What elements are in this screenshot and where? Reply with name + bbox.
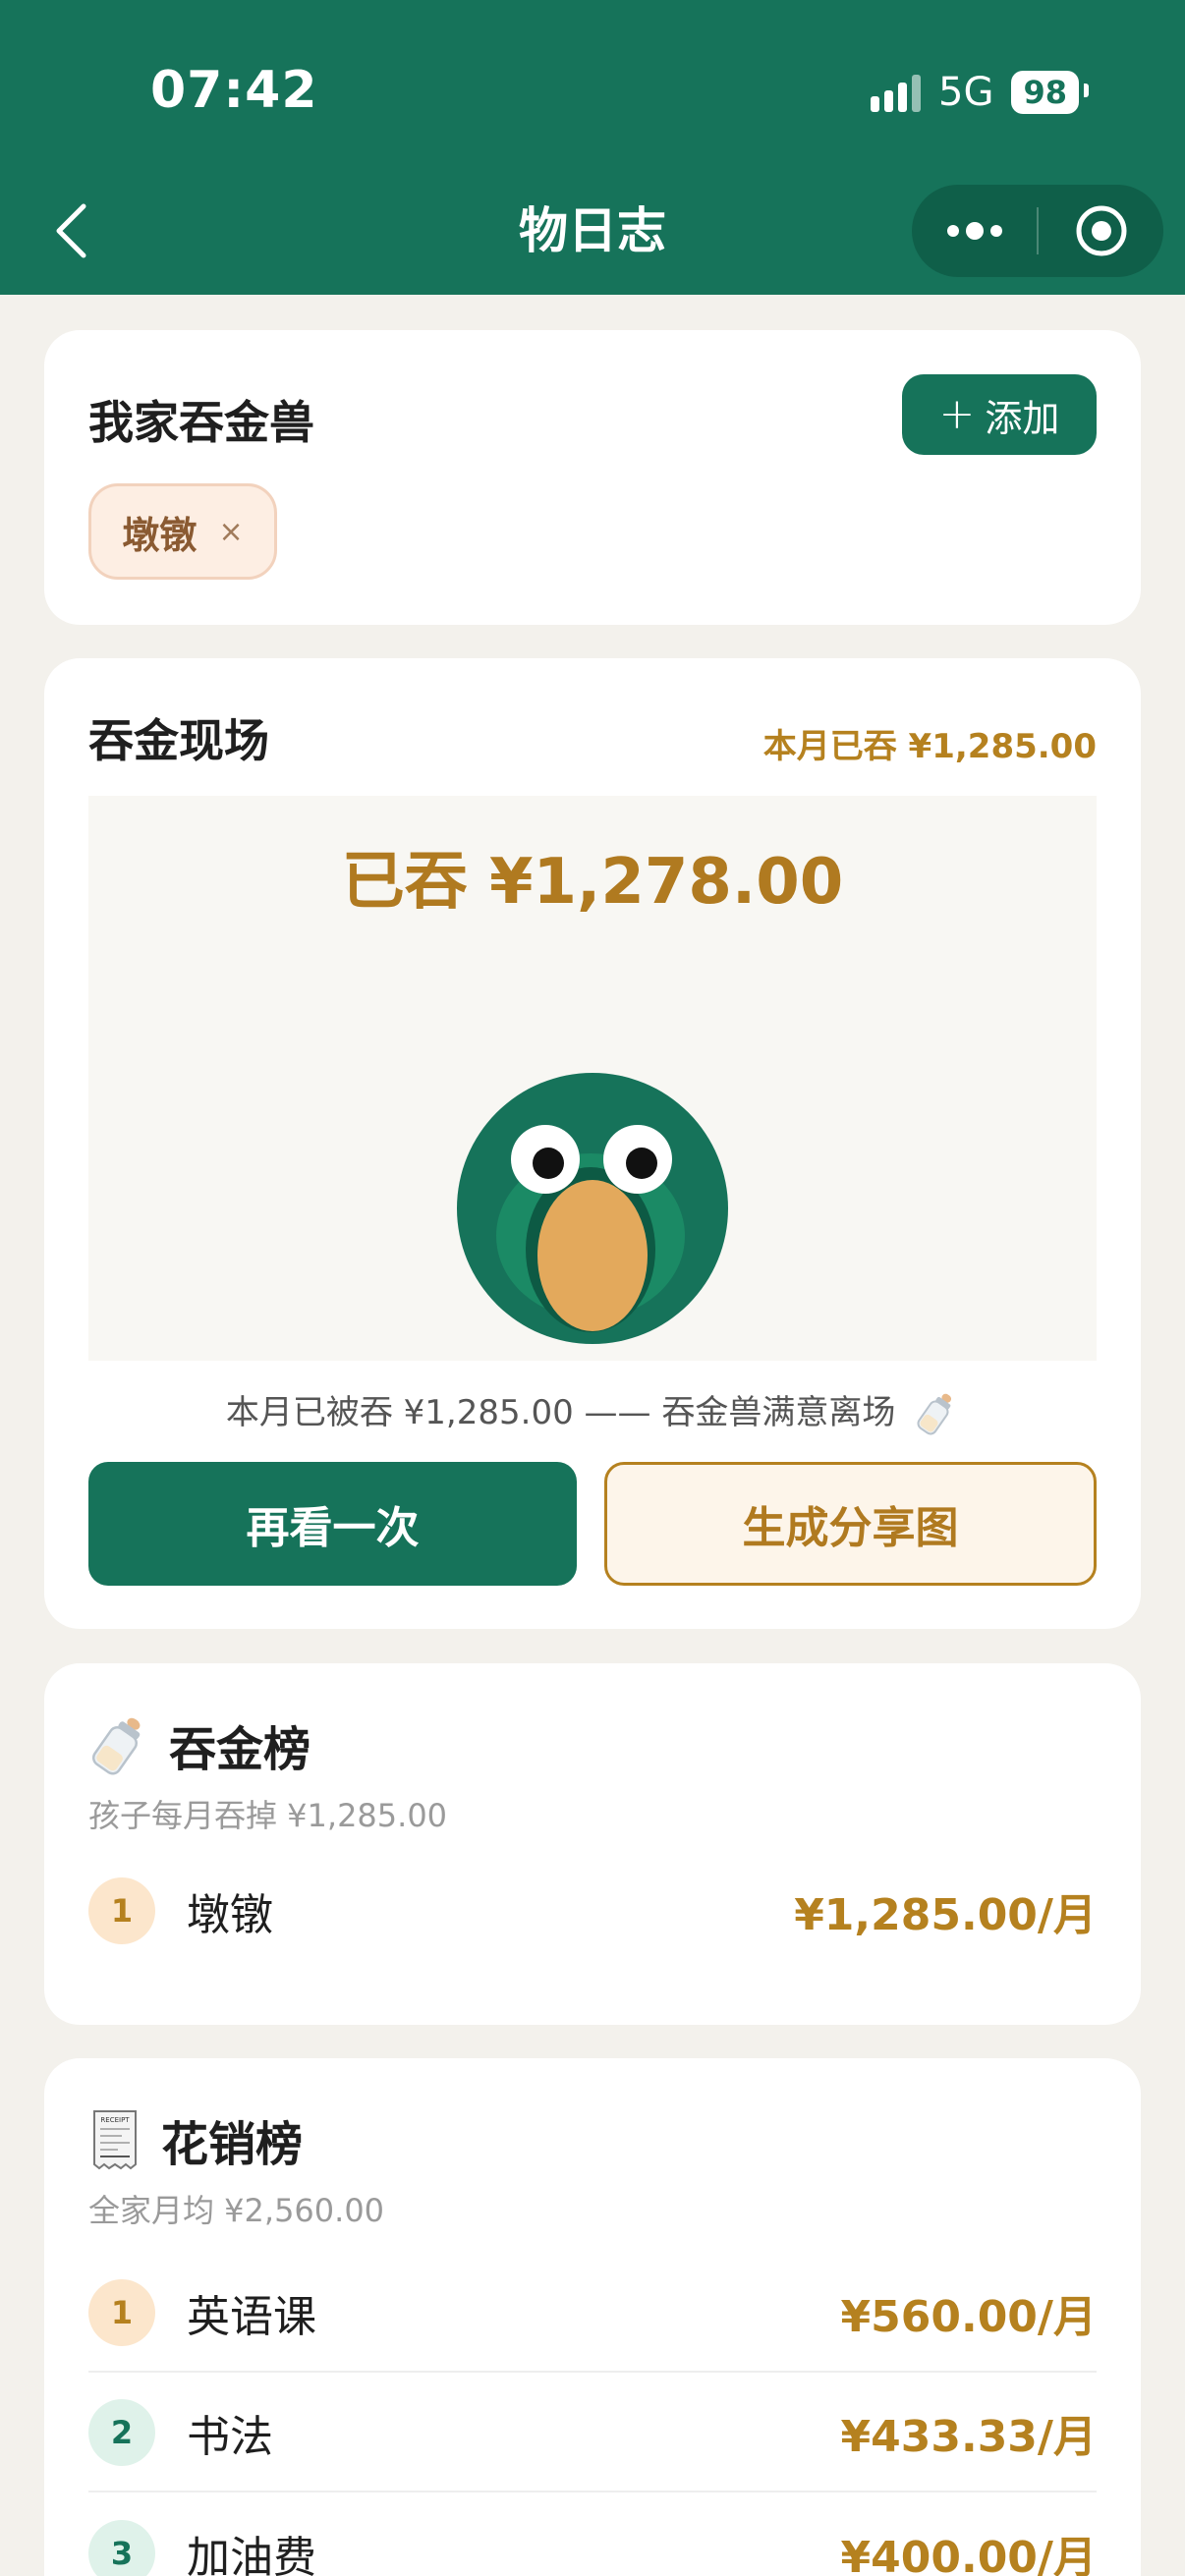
rank-amount: ¥560.00/月 [840,2292,1097,2342]
rank-name: 书法 [187,2412,273,2462]
pets-title: 我家吞金兽 [88,396,314,449]
rank-name: 英语课 [187,2292,316,2342]
generate-share-image-button[interactable]: 生成分享图 [604,1462,1097,1586]
list-item[interactable]: 1 英语课 ¥560.00/月 [88,2255,1097,2373]
list-item[interactable]: 2 书法 ¥433.33/月 [88,2375,1097,2492]
rank-badge: 2 [88,2399,155,2466]
rank-badge: 1 [88,1877,155,1944]
status-time: 07:42 [150,61,318,120]
rank-amount: ¥1,285.00/月 [794,1890,1097,1940]
svg-text:RECEIPT: RECEIPT [100,2116,130,2124]
add-label: 添加 [985,396,1060,440]
plus-icon: + [938,389,976,439]
app-header: 07:42 5G 98 物日志 [0,0,1185,295]
list-item[interactable]: 1 墩镦 ¥1,285.00/月 [88,1852,1097,1970]
signal-icon [871,73,922,112]
add-pet-button[interactable]: + 添加 [902,374,1097,455]
rank-name: 墩镦 [187,1890,273,1940]
list-item[interactable]: 3 加油费 ¥400.00/月 [88,2494,1097,2576]
more-button[interactable] [912,185,1037,277]
more-dots-icon [946,222,1002,240]
scene-caption: 本月已被吞 ¥1,285.00 —— 吞金兽满意离场 [44,1385,1141,1439]
baby-bottle-icon [917,1393,952,1434]
swallow-ranking-card: 吞金榜 孩子每月吞掉 ¥1,285.00 1 墩镦 ¥1,285.00/月 [44,1663,1141,2025]
rank-amount: ¥400.00/月 [840,2533,1097,2576]
pets-card: 我家吞金兽 + 添加 墩镦 × [44,330,1141,625]
swallowed-amount: 已吞 ¥1,278.00 [341,846,844,919]
spend-ranking-card: RECEIPT 花销榜 全家月均 ¥2,560.00 1 英语课 ¥560.00… [44,2058,1141,2576]
network-type: 5G [938,70,994,115]
swallow-ranking-header: 吞金榜 [88,1710,310,1779]
mini-program-capsule [912,185,1163,277]
receipt-icon: RECEIPT [93,2110,137,2170]
remove-pet-icon[interactable]: × [218,515,243,549]
replay-button[interactable]: 再看一次 [88,1462,577,1586]
spend-ranking-subtitle: 全家月均 ¥2,560.00 [88,2192,385,2229]
swallow-ranking-subtitle: 孩子每月吞掉 ¥1,285.00 [88,1797,448,1834]
scene-title: 吞金现场 [88,714,269,767]
spend-ranking-title: 花销榜 [161,2117,304,2172]
status-indicators: 5G 98 [871,69,1089,116]
target-close-icon [1076,205,1126,256]
swallow-scene-card: 吞金现场 本月已吞 ¥1,285.00 已吞 ¥1,278.00 本月已被吞 ¥… [44,658,1141,1629]
baby-bottle-icon [91,1717,141,1775]
pet-chip-name: 墩镦 [122,513,198,557]
scene-caption-text: 本月已被吞 ¥1,285.00 —— 吞金兽满意离场 [225,1393,896,1432]
money-monster-illustration [457,1073,728,1344]
swallow-ranking-title: 吞金榜 [169,1722,311,1777]
month-total: 本月已吞 ¥1,285.00 [762,727,1097,766]
rank-badge: 3 [88,2520,155,2576]
close-mini-program-button[interactable] [1039,185,1163,277]
animation-stage: 已吞 ¥1,278.00 [88,796,1097,1361]
pet-chip[interactable]: 墩镦 × [88,483,277,580]
rank-amount: ¥433.33/月 [840,2412,1097,2462]
battery-indicator: 98 [1011,71,1089,114]
rank-name: 加油费 [187,2533,316,2576]
rank-badge: 1 [88,2279,155,2346]
spend-ranking-header: RECEIPT 花销榜 [88,2105,303,2174]
